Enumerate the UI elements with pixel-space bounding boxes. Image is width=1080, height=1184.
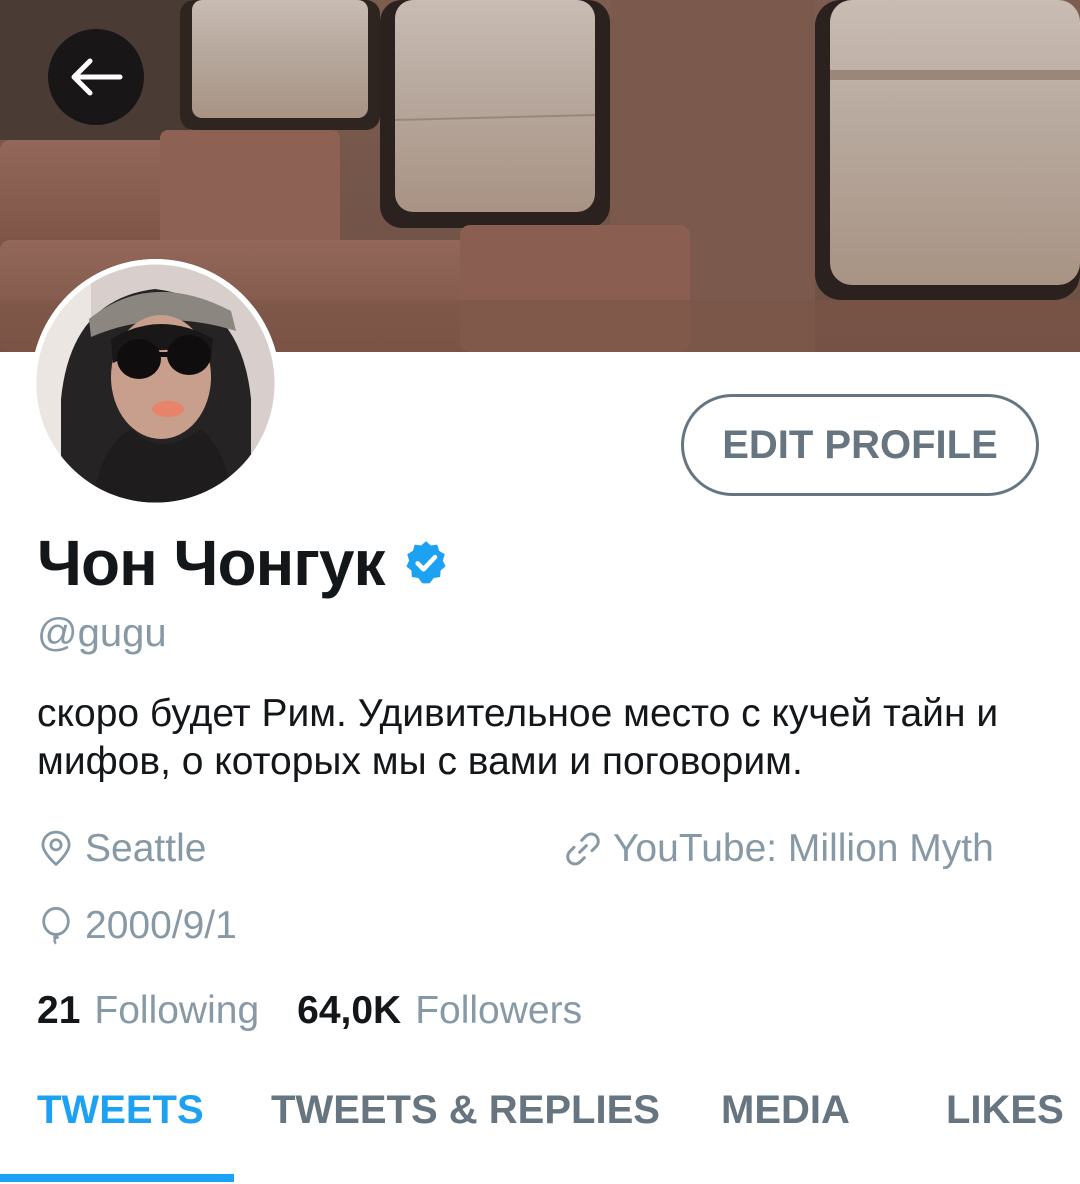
profile-website[interactable]: YouTube: Million Myth xyxy=(563,825,994,873)
following-label: Following xyxy=(94,989,260,1032)
verified-badge-icon xyxy=(405,541,446,584)
profile-birthday: 2000/9/1 xyxy=(37,902,237,950)
tab-likes[interactable]: LIKES xyxy=(946,1088,1064,1133)
followers-stat[interactable]: 64,0K Followers xyxy=(297,987,582,1035)
tab-tweets-and-replies[interactable]: TWEETS & REPLIES xyxy=(271,1088,660,1133)
website-link[interactable]: YouTube: Million Myth xyxy=(613,825,994,873)
profile-bio: скоро будет Рим. Удивительное место с ку… xyxy=(37,692,999,783)
location-text: Seattle xyxy=(85,827,207,870)
avatar-image xyxy=(31,259,280,508)
follow-stats: 21 Following 64,0K Followers xyxy=(37,987,582,1035)
balloon-icon xyxy=(42,906,70,945)
name-row: Чон Чонгук xyxy=(37,528,451,598)
display-name: Чон Чонгук xyxy=(37,527,385,599)
profile-avatar[interactable] xyxy=(31,259,280,508)
profile-tabs: TWEETS TWEETS & REPLIES MEDIA LIKES xyxy=(0,1070,1080,1184)
link-icon xyxy=(566,832,600,866)
back-button[interactable] xyxy=(48,29,144,125)
followers-count: 64,0K xyxy=(297,989,402,1032)
active-tab-indicator xyxy=(0,1174,234,1182)
birthday-text: 2000/9/1 xyxy=(85,904,237,947)
profile-location: Seattle xyxy=(37,825,206,873)
tab-media[interactable]: MEDIA xyxy=(721,1088,850,1133)
username-handle: @gugu xyxy=(37,611,167,655)
following-stat[interactable]: 21 Following xyxy=(37,987,259,1035)
arrow-left-icon xyxy=(71,58,123,96)
profile-page: EDIT PROFILE Чон Чонгук @gugu скоро буде… xyxy=(0,0,1080,1184)
location-pin-icon xyxy=(41,830,71,867)
edit-profile-button[interactable]: EDIT PROFILE xyxy=(681,394,1039,496)
tab-tweets[interactable]: TWEETS xyxy=(37,1088,204,1133)
followers-label: Followers xyxy=(415,989,583,1032)
following-count: 21 xyxy=(37,989,81,1032)
